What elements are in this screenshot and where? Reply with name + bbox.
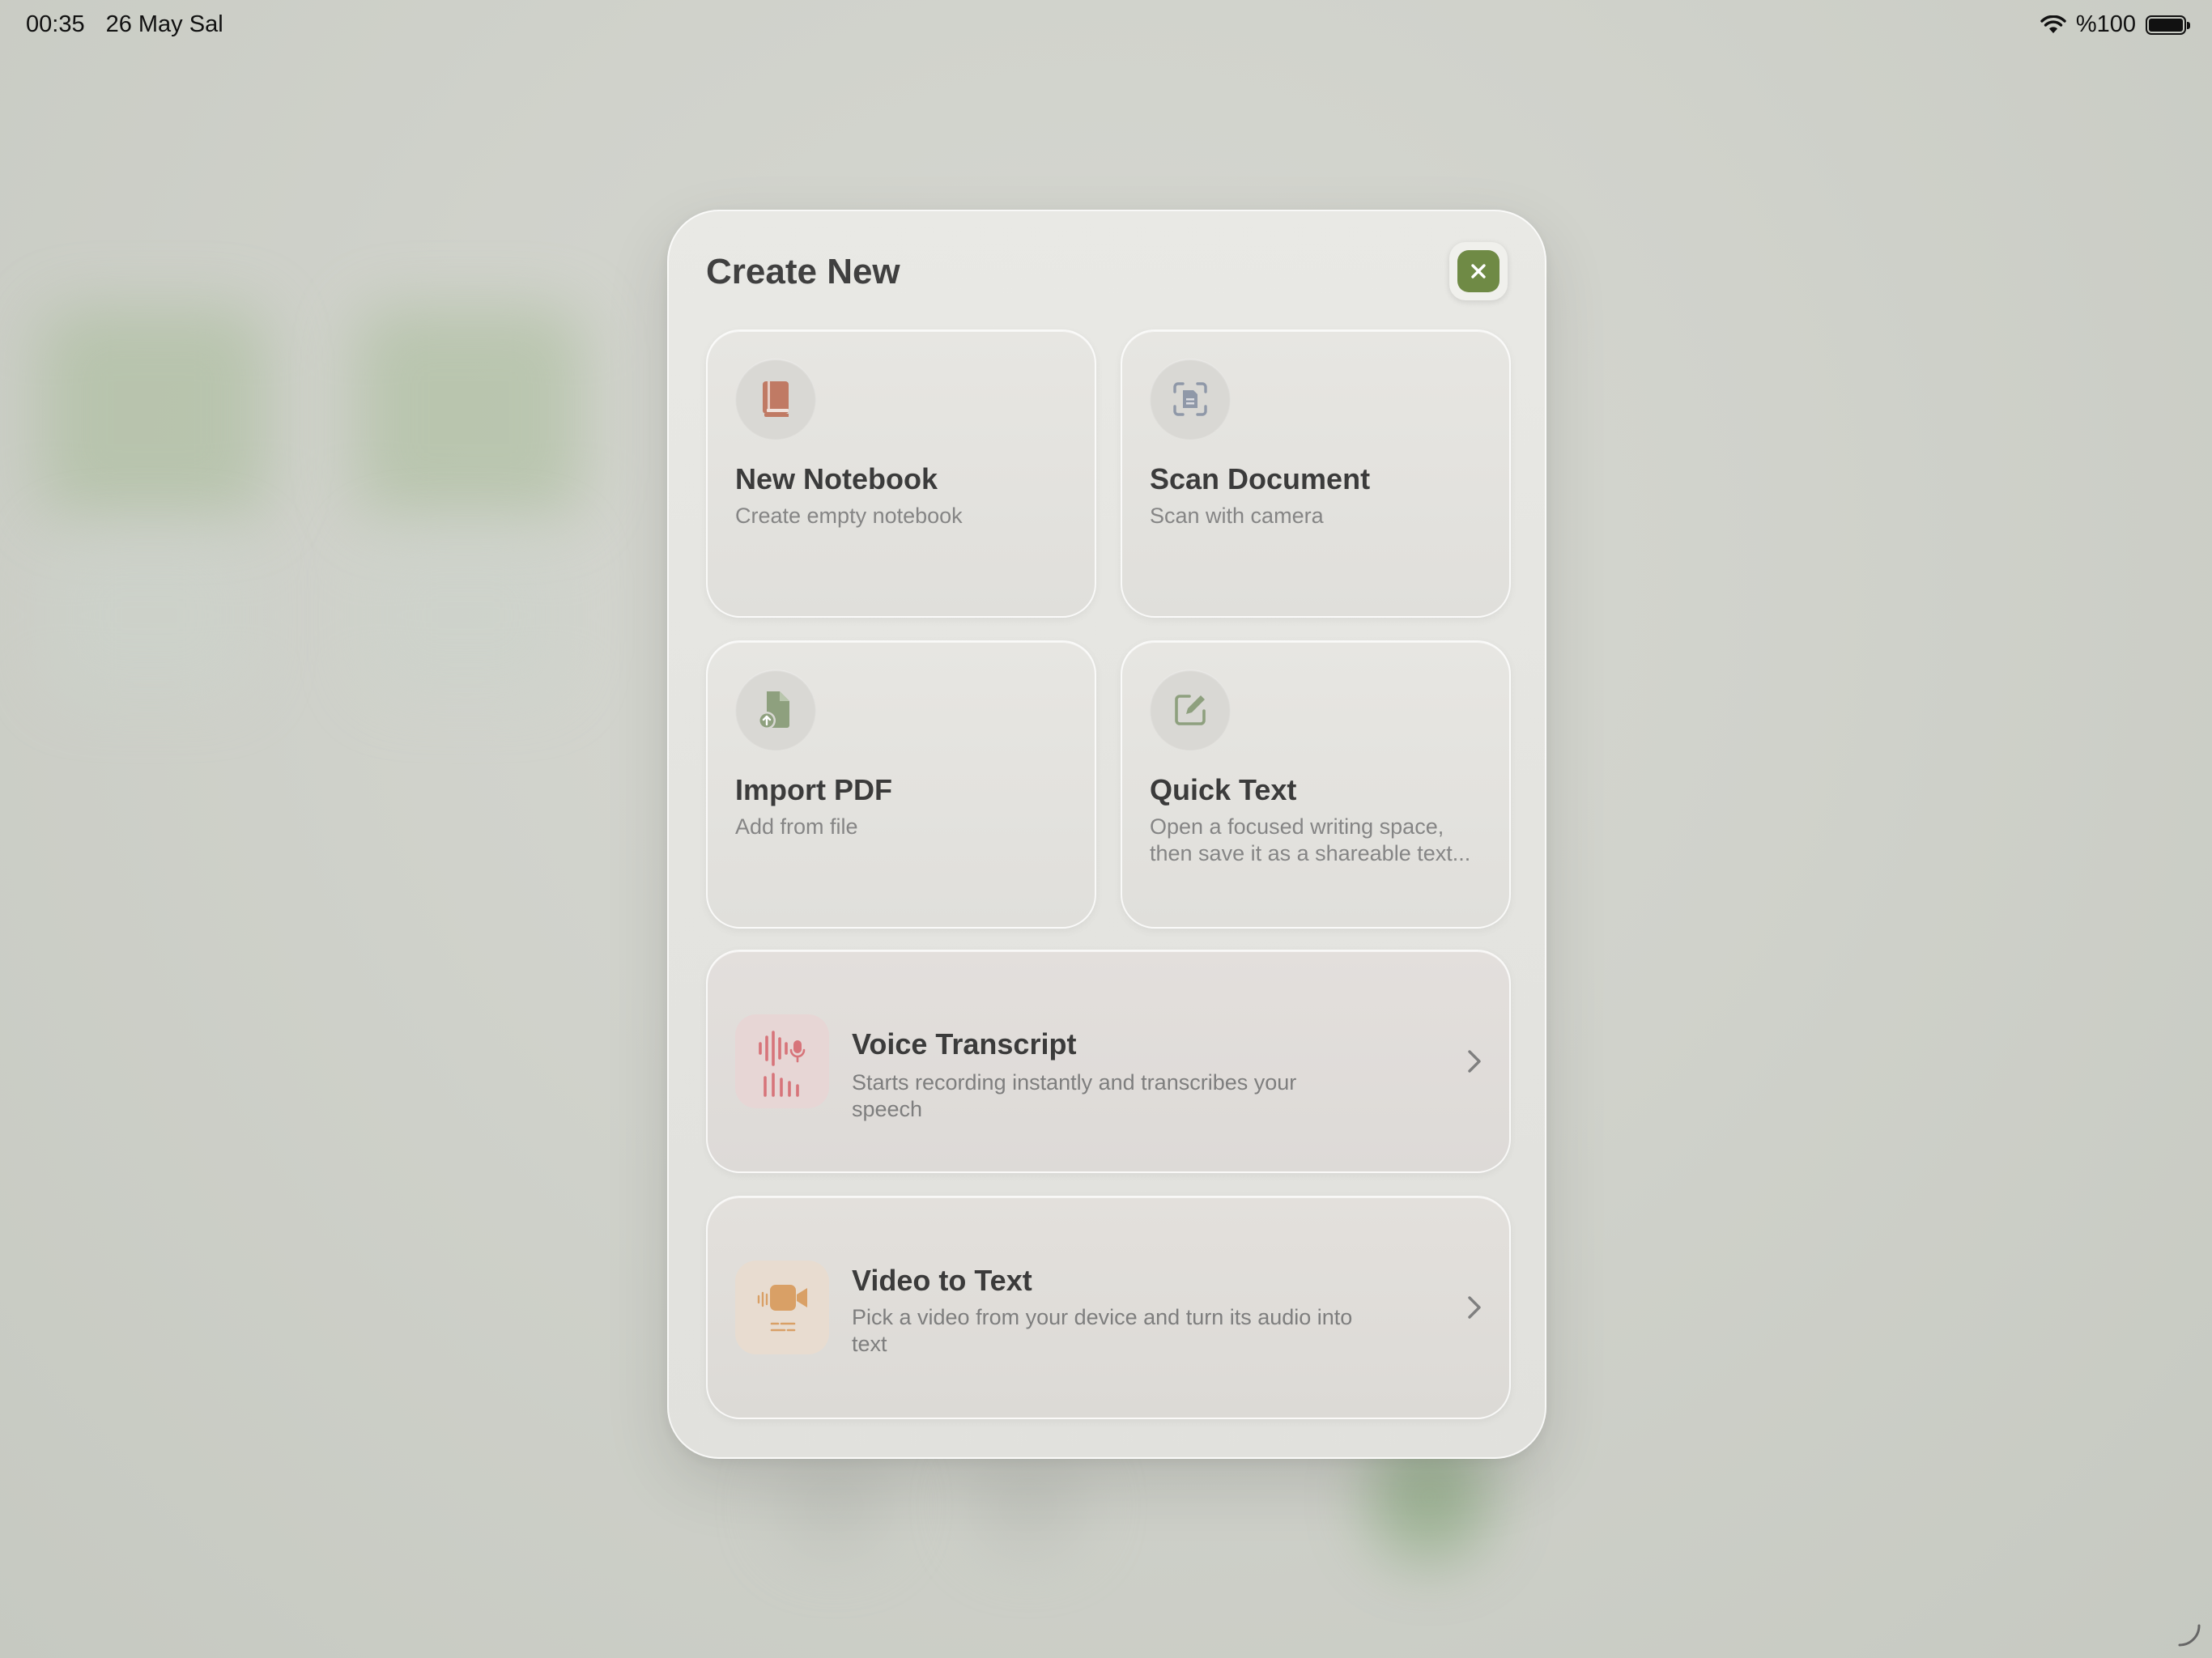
voice-transcript-row[interactable]: Voice Transcript Starts recording instan… [706,950,1511,1173]
video-caption-icon [735,1261,829,1354]
video-to-text-row[interactable]: Video to Text Pick a video from your dev… [706,1196,1511,1419]
create-new-modal: Create New New Notebook Create empty not… [667,210,1546,1459]
card-subtitle: Create empty notebook [735,504,963,528]
chevron-right-icon [1468,1296,1481,1319]
new-notebook-card[interactable]: New Notebook Create empty notebook [706,329,1096,618]
card-title: Import PDF [735,773,892,806]
row-title: Video to Text [852,1264,1032,1297]
quick-text-card[interactable]: Quick Text Open a focused writing space,… [1121,640,1511,929]
battery-icon [2146,15,2190,35]
background-blur [972,1457,1085,1554]
resize-handle-icon [2178,1624,2201,1647]
status-time: 00:35 [26,11,85,37]
import-pdf-card[interactable]: Import PDF Add from file [706,640,1096,929]
status-bar-right: %100 [2040,11,2190,38]
close-icon[interactable] [1457,250,1499,292]
modal-title: Create New [706,252,900,291]
card-title: Quick Text [1150,773,1297,806]
background-blur [356,308,583,518]
compose-icon [1150,670,1231,750]
waveform-mic-icon [735,1014,829,1108]
row-subtitle: Pick a video from your device and turn i… [852,1305,1353,1356]
close-button[interactable] [1449,242,1508,300]
status-date: 26 May Sal [105,11,223,37]
card-title: Scan Document [1150,462,1371,495]
card-subtitle: Add from file [735,814,858,839]
background-blur [364,534,567,696]
background-blur [40,308,267,518]
card-subtitle: Scan with camera [1150,504,1324,528]
card-title: New Notebook [735,462,938,495]
scan-document-card[interactable]: Scan Document Scan with camera [1121,329,1511,618]
document-upload-icon [735,670,816,750]
background-blur [49,534,251,696]
doc-scanner-icon [1150,359,1231,440]
row-subtitle: Starts recording instantly and transcrib… [852,1070,1297,1121]
wifi-icon [2040,15,2066,33]
chevron-right-icon [1468,1050,1481,1073]
card-subtitle: Open a focused writing space, then save … [1150,814,1471,865]
book-icon [735,359,816,440]
status-bar-left: 00:35 26 May Sal [26,11,223,38]
background-blur [777,1457,891,1554]
row-title: Voice Transcript [852,1027,1077,1061]
battery-percent: %100 [2075,11,2136,37]
